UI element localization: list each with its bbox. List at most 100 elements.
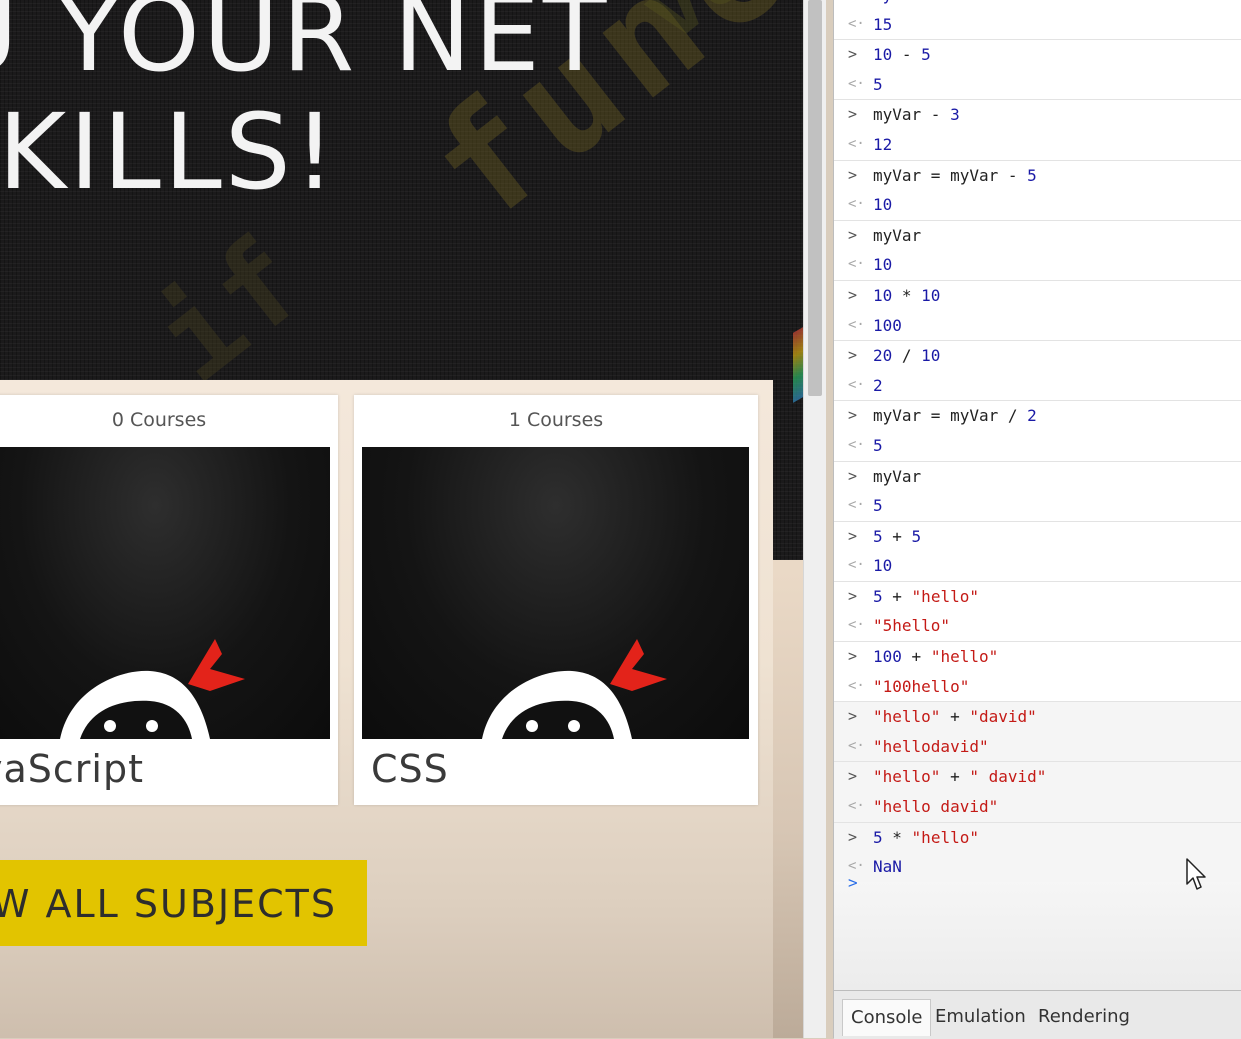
console-command-text: myVar - 3: [873, 105, 960, 125]
output-arrow-icon: <·: [848, 0, 865, 10]
console-output-row: <· 2: [834, 371, 1241, 401]
console-input-row: > myVar = myVar - 5: [834, 159, 1241, 191]
console-output-row: <· "5hello": [834, 611, 1241, 641]
output-arrow-icon: <·: [848, 15, 865, 32]
console-command-text: myVar: [873, 466, 922, 486]
console-input-row: >100 + "hello": [834, 641, 1241, 672]
console-input-row: >10 * 10: [834, 279, 1241, 311]
subject-thumbnail: [362, 447, 749, 739]
output-arrow-icon: <·: [848, 75, 865, 92]
output-arrow-icon: <·: [848, 256, 865, 273]
console-result-text: NaN: [873, 857, 902, 877]
tab-rendering[interactable]: Rendering: [1030, 999, 1138, 1035]
input-chevron-icon: >: [848, 346, 858, 365]
console-result-text: "100hello": [873, 676, 970, 696]
output-arrow-icon: <·: [848, 617, 865, 634]
input-chevron-icon: >: [848, 165, 858, 184]
devtools-panel: <· myVar <· 15 >10 - 5 <· 5 > myVar - 3 <· 12 > myVa…: [833, 0, 1241, 1039]
view-all-subjects-label: W ALL SUBJECTS: [0, 882, 337, 926]
subject-thumbnail: [0, 447, 330, 739]
website-viewport: func if var U YOUR NET KILLS! 0 Courses …: [0, 0, 803, 1038]
console-result-text: 10: [873, 255, 893, 275]
input-chevron-icon: >: [848, 827, 858, 846]
subject-title: vaScript: [0, 747, 144, 791]
input-chevron-icon: >: [848, 707, 858, 726]
output-arrow-icon: <·: [848, 557, 865, 574]
output-arrow-icon: <·: [848, 737, 865, 754]
page-scrollbar[interactable]: [803, 0, 826, 1038]
hero-heading-line-1: U YOUR NET: [0, 0, 610, 95]
console-output-row: <· "hellodavid": [834, 731, 1241, 762]
console-output-row: <· NaN: [834, 852, 1241, 882]
output-arrow-icon: <·: [848, 497, 865, 514]
console-input-area: [834, 866, 1241, 990]
console-input-row: >5 + 5: [834, 520, 1241, 552]
console-result-text: myVar: [873, 0, 921, 10]
console-messages: <· myVar <· 15 >10 - 5 <· 5 > myVar - 3 <· 12 > myVa…: [834, 0, 1241, 882]
console-output-row: <· 10: [834, 190, 1241, 220]
console-command-text: 100 + "hello": [873, 647, 999, 667]
subject-card-css[interactable]: 1 Courses CSS: [354, 395, 758, 805]
input-chevron-icon: >: [848, 406, 858, 425]
console-command-text: 5 + 5: [873, 526, 922, 546]
ninja-mascot-icon: [482, 639, 667, 739]
console-output-row: <· myVar: [834, 0, 1241, 10]
console-result-text: 5: [873, 435, 883, 455]
input-chevron-icon: >: [848, 105, 858, 124]
console-output-row: <· "100hello": [834, 672, 1241, 702]
console-result-text: 12: [873, 134, 893, 154]
input-chevron-icon: >: [848, 526, 858, 545]
output-arrow-icon: <·: [848, 436, 865, 453]
hero-heading-line-2: KILLS!: [0, 91, 339, 213]
console-output-row: <· 12: [834, 130, 1241, 160]
console-command-text: 10 - 5: [873, 45, 931, 65]
console-command-text: "hello" + " david": [873, 767, 1047, 787]
console-command-text: 20 / 10: [873, 346, 941, 366]
mouse-pointer-icon: [1186, 858, 1206, 890]
tab-emulation[interactable]: Emulation: [927, 999, 1034, 1035]
output-arrow-icon: <·: [848, 196, 865, 213]
console-output-row: <· "hello david": [834, 792, 1241, 822]
console-command-text: myVar = myVar - 5: [873, 165, 1037, 185]
console-output-row: <· 5: [834, 491, 1241, 521]
console-result-text: 100: [873, 315, 902, 335]
console-result-text: 10: [873, 195, 893, 215]
console-command-text: myVar = myVar / 2: [873, 406, 1037, 426]
output-arrow-icon: <·: [848, 135, 865, 152]
console-input-row: >10 - 5: [834, 39, 1241, 70]
console-input-row: > myVar - 3: [834, 99, 1241, 130]
tab-console[interactable]: Console: [842, 999, 932, 1036]
console-input-row: > myVar: [834, 460, 1241, 492]
console-log[interactable]: <· myVar <· 15 >10 - 5 <· 5 > myVar - 3 <· 12 > myVa…: [834, 0, 1241, 990]
hero-color-stripe: [793, 327, 803, 403]
input-chevron-icon: >: [848, 586, 858, 605]
course-count: 1 Courses: [508, 409, 604, 431]
console-command-text: 5 + "hello": [873, 586, 979, 606]
console-result-text: "hello david": [873, 797, 999, 817]
input-chevron-icon: >: [848, 767, 858, 786]
console-result-text: 15: [873, 14, 893, 34]
console-output-row: <· 15: [834, 10, 1241, 40]
input-chevron-icon: >: [848, 45, 858, 64]
console-input-row: > myVar = myVar / 2: [834, 400, 1241, 431]
console-output-row: <· 100: [834, 311, 1241, 341]
page-scrollbar-thumb[interactable]: [808, 0, 822, 396]
console-command-text: "hello" + "david": [873, 707, 1037, 727]
console-output-row: <· 5: [834, 70, 1241, 100]
input-chevron-icon: >: [848, 466, 858, 485]
input-chevron-icon: >: [848, 225, 858, 244]
drawer-tab-bar: Console Emulation Rendering: [834, 990, 1241, 1039]
console-output-row: <· 10: [834, 551, 1241, 581]
view-all-subjects-button[interactable]: W ALL SUBJECTS: [0, 860, 367, 946]
console-input-row: >5 * "hello": [834, 821, 1241, 853]
console-prompt[interactable]: >: [848, 873, 858, 892]
input-chevron-icon: >: [848, 647, 858, 666]
ninja-mascot-icon: [60, 639, 245, 739]
console-output-row: <· 10: [834, 250, 1241, 280]
course-count: 0 Courses: [111, 409, 207, 431]
console-command-text: 10 * 10: [873, 285, 941, 305]
console-output-row: <· 5: [834, 431, 1241, 461]
subject-card-javascript[interactable]: 0 Courses vaScript: [0, 395, 338, 805]
console-input-row: > myVar: [834, 219, 1241, 251]
console-result-text: 10: [873, 556, 893, 576]
